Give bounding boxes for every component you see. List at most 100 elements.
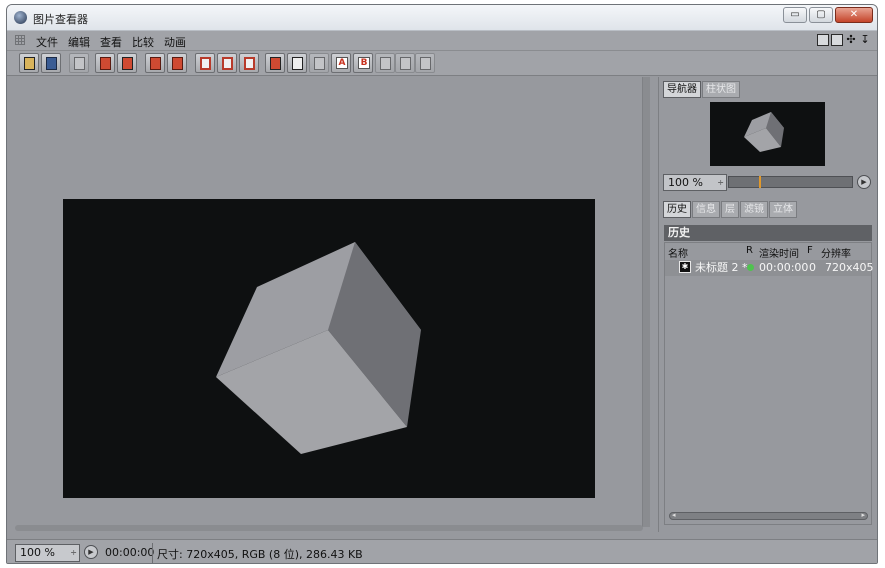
render-thumbnail-icon: ✱ <box>679 261 691 273</box>
history-item-name: 未标题 2 * <box>695 261 748 274</box>
menu-file[interactable]: 文件 <box>31 34 63 50</box>
label-b-icon: B <box>358 57 370 69</box>
label-a-button[interactable]: A <box>331 53 351 73</box>
viewport-horizontal-scrollbar[interactable] <box>15 525 643 531</box>
status-zoom-value: 100 % <box>20 546 55 559</box>
ab-compare-button[interactable] <box>265 53 285 73</box>
frame-save-icon <box>222 57 233 70</box>
history-item-f: 0 <box>809 261 816 274</box>
history-table-header: 名称 R 渲染时间 F 分辨率 <box>665 245 871 260</box>
compare-toggle-button[interactable] <box>287 53 307 73</box>
navigator-cube-thumbnail <box>744 112 784 152</box>
history-item-resolution: 720x405 <box>825 261 874 274</box>
navigator-play-button[interactable]: ▶ <box>857 175 871 189</box>
open-folder-icon <box>24 57 35 70</box>
ab-icon <box>270 57 281 70</box>
app-logo-icon <box>14 11 27 24</box>
move-arrows-icon[interactable]: ✣ <box>845 34 857 46</box>
side-panel: 导航器 柱状图 100 % ÷ ▶ 历史 信息 层 滤镜 立体 历史 名称 R … <box>658 77 877 532</box>
layer-a-icon <box>380 57 391 70</box>
frame-icon <box>200 57 211 70</box>
window-title: 图片查看器 <box>33 13 88 26</box>
column-name[interactable]: 名称 <box>668 245 688 260</box>
tab-stereo[interactable]: 立体 <box>769 201 797 218</box>
swap-button[interactable] <box>309 53 329 73</box>
rendered-image <box>63 199 595 498</box>
menu-view[interactable]: 查看 <box>95 34 127 50</box>
viewport-vertical-scrollbar[interactable] <box>642 77 650 527</box>
layer-c-button[interactable] <box>415 53 435 73</box>
status-image-info: 尺寸: 720x405, RGB (8 位), 286.43 KB <box>157 548 363 561</box>
menu-bar: 文件 编辑 查看 比较 动画 ✣ ↧ <box>7 31 877 51</box>
tab-navigator[interactable]: 导航器 <box>663 81 701 98</box>
history-row[interactable]: ✱ 未标题 2 * 00:00:00 0 720x405 <box>665 260 874 276</box>
close-button[interactable]: ✕ <box>835 7 873 23</box>
layer-b-button[interactable] <box>395 53 415 73</box>
app-body: 文件 编辑 查看 比较 动画 ✣ ↧ A B 导航器 柱状图 100 % ÷ ▶… <box>7 31 877 563</box>
layout-panel-icon[interactable] <box>817 34 829 46</box>
status-divider <box>152 543 153 563</box>
tab-history[interactable]: 历史 <box>663 201 691 218</box>
label-a-icon: A <box>336 57 348 69</box>
frame-global-button[interactable] <box>239 53 259 73</box>
layer-b-icon <box>400 57 411 70</box>
save-icon <box>46 57 57 70</box>
menu-edit[interactable]: 编辑 <box>63 34 95 50</box>
copy-button[interactable] <box>145 53 165 73</box>
compare-icon <box>292 57 303 70</box>
tab-histogram[interactable]: 柱状图 <box>702 81 740 98</box>
layout-split-icon[interactable] <box>831 34 843 46</box>
toolbar: A B <box>7 51 877 76</box>
status-bar: 100 % ÷ ▶ 00:00:00 尺寸: 720x405, RGB (8 位… <box>7 539 877 563</box>
save-button[interactable] <box>41 53 61 73</box>
film-grid-icon <box>74 57 85 70</box>
menu-animation[interactable]: 动画 <box>159 34 191 50</box>
render-active-icon <box>122 57 133 70</box>
title-bar[interactable]: 图片查看器 ▭ ▢ ✕ <box>7 5 877 31</box>
menu-grip-icon[interactable] <box>15 35 25 45</box>
history-table: 名称 R 渲染时间 F 分辨率 ✱ 未标题 2 * 00:00:00 0 720… <box>664 242 874 525</box>
column-r[interactable]: R <box>746 245 753 256</box>
column-f[interactable]: F <box>807 245 813 256</box>
label-b-button[interactable]: B <box>353 53 373 73</box>
navigator-zoom-slider[interactable] <box>728 176 853 188</box>
zoom-slider-thumb[interactable] <box>759 176 761 188</box>
column-resolution[interactable]: 分辨率 <box>821 245 851 260</box>
layer-a-button[interactable] <box>375 53 395 73</box>
film-grid-button[interactable] <box>69 53 89 73</box>
pin-arrow-icon[interactable]: ↧ <box>859 34 871 46</box>
zoom-spinner-icon[interactable]: ÷ <box>717 175 724 190</box>
scroll-right-icon[interactable]: ▸ <box>861 511 865 519</box>
navigator-zoom-field[interactable]: 100 % ÷ <box>663 174 727 191</box>
history-section-header: 历史 <box>664 225 872 241</box>
status-zoom-spinner-icon[interactable]: ÷ <box>70 545 77 561</box>
menu-compare[interactable]: 比较 <box>127 34 159 50</box>
history-horizontal-scrollbar[interactable]: ◂ ▸ <box>669 511 868 520</box>
render-person-button[interactable] <box>95 53 115 73</box>
render-active-button[interactable] <box>117 53 137 73</box>
status-play-button[interactable]: ▶ <box>84 545 98 559</box>
copy-red-icon <box>150 57 161 70</box>
status-zoom-field[interactable]: 100 % ÷ <box>15 544 80 562</box>
scroll-left-icon[interactable]: ◂ <box>672 511 676 519</box>
layer-c-icon <box>420 57 431 70</box>
tab-info[interactable]: 信息 <box>692 201 720 218</box>
render-person-icon <box>100 57 111 70</box>
frame-button[interactable] <box>195 53 215 73</box>
image-viewport[interactable] <box>7 77 652 530</box>
render-status-dot <box>747 264 754 271</box>
paste-red-icon <box>172 57 183 70</box>
navigator-zoom-value: 100 % <box>668 176 703 189</box>
maximize-button[interactable]: ▢ <box>809 7 833 23</box>
picture-viewer-window: 图片查看器 ▭ ▢ ✕ 文件 编辑 查看 比较 动画 ✣ ↧ A B 导航器 柱… <box>6 4 878 564</box>
tab-filters[interactable]: 滤镜 <box>740 201 768 218</box>
column-render-time[interactable]: 渲染时间 <box>759 245 799 260</box>
frame-save-button[interactable] <box>217 53 237 73</box>
minimize-button[interactable]: ▭ <box>783 7 807 23</box>
paste-button[interactable] <box>167 53 187 73</box>
tab-layers[interactable]: 层 <box>721 201 739 218</box>
swap-icon <box>314 57 325 70</box>
status-timecode: 00:00:00 <box>105 546 155 559</box>
navigator-preview[interactable] <box>710 102 825 166</box>
open-folder-button[interactable] <box>19 53 39 73</box>
